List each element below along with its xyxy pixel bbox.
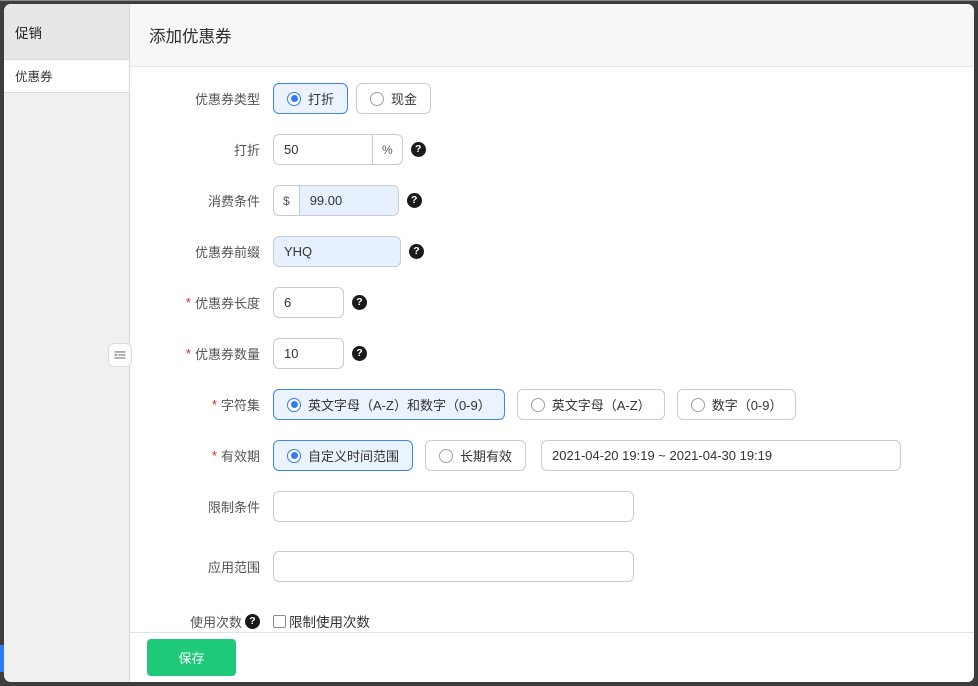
coupon-prefix-label: 优惠券前缀: [130, 242, 260, 261]
radio-type-discount[interactable]: 打折: [273, 83, 348, 114]
required-mark: *: [212, 397, 217, 412]
field-row-validity: * 有效期 自定义时间范围 长期有效: [130, 440, 974, 471]
restriction-label: 限制条件: [130, 497, 260, 516]
sidebar-item-coupon[interactable]: 优惠券: [4, 60, 129, 93]
radio-selected-icon: [287, 92, 301, 106]
discount-input[interactable]: [273, 134, 373, 165]
coupon-quantity-input[interactable]: [273, 338, 344, 369]
required-mark: *: [186, 295, 191, 310]
field-row-coupon-type: 优惠券类型 打折 现金: [130, 83, 974, 114]
coupon-type-label: 优惠券类型: [130, 89, 260, 108]
help-icon[interactable]: ?: [411, 142, 426, 157]
radio-selected-icon: [287, 398, 301, 412]
field-row-restriction: 限制条件: [130, 491, 974, 522]
discount-label: 打折: [130, 140, 260, 159]
help-icon[interactable]: ?: [409, 244, 424, 259]
spend-condition-label: 消费条件: [130, 191, 260, 210]
field-row-charset: * 字符集 英文字母（A-Z）和数字（0-9） 英文字母（A-Z） 数字（0-9…: [130, 389, 974, 420]
radio-validity-permanent[interactable]: 长期有效: [425, 440, 526, 471]
main-panel: 添加优惠券 优惠券类型 打折 现金: [130, 4, 974, 682]
required-mark: *: [186, 346, 191, 361]
coupon-prefix-input[interactable]: [273, 236, 401, 267]
list-indent-icon: [113, 348, 127, 362]
sidebar-header: 促销: [4, 4, 129, 60]
radio-charset-alnum[interactable]: 英文字母（A-Z）和数字（0-9）: [273, 389, 505, 420]
radio-unselected-icon: [531, 398, 545, 412]
radio-unselected-icon: [691, 398, 705, 412]
sidebar: 促销 优惠券: [4, 4, 130, 682]
dollar-prefix: $: [273, 185, 299, 216]
radio-validity-custom-range[interactable]: 自定义时间范围: [273, 440, 413, 471]
scope-label: 应用范围: [130, 557, 260, 576]
window-edge-artifact: [0, 645, 4, 672]
spend-condition-input[interactable]: [299, 185, 399, 216]
help-icon[interactable]: ?: [245, 614, 260, 629]
radio-type-cash[interactable]: 现金: [356, 83, 431, 114]
coupon-length-input[interactable]: [273, 287, 344, 318]
usage-label: 使用次数 ?: [130, 612, 260, 631]
form-footer: 保存: [130, 632, 974, 682]
save-button[interactable]: 保存: [147, 639, 236, 676]
field-row-usage: 使用次数 ? 限制使用次数: [130, 611, 974, 631]
app-window: 促销 优惠券 添加优惠券 优惠券类型: [4, 4, 974, 682]
field-row-spend-condition: 消费条件 $ ?: [130, 185, 974, 216]
page-header: 添加优惠券: [130, 4, 974, 67]
radio-charset-alpha[interactable]: 英文字母（A-Z）: [517, 389, 665, 420]
sidebar-collapse-button[interactable]: [108, 343, 132, 367]
field-row-coupon-length: * 优惠券长度 ?: [130, 287, 974, 318]
help-icon[interactable]: ?: [352, 295, 367, 310]
limit-usage-checkbox-row[interactable]: 限制使用次数: [273, 611, 370, 631]
field-row-scope: 应用范围: [130, 551, 974, 582]
percent-suffix: %: [372, 134, 403, 165]
coupon-length-label: * 优惠券长度: [130, 293, 260, 312]
date-range-input[interactable]: [541, 440, 901, 471]
field-row-coupon-quantity: * 优惠券数量 ?: [130, 338, 974, 369]
radio-unselected-icon: [439, 449, 453, 463]
required-mark: *: [212, 448, 217, 463]
radio-unselected-icon: [370, 92, 384, 106]
radio-selected-icon: [287, 449, 301, 463]
checkbox-unchecked-icon[interactable]: [273, 615, 286, 628]
radio-charset-numeric[interactable]: 数字（0-9）: [677, 389, 797, 420]
charset-label: * 字符集: [130, 395, 260, 414]
field-row-coupon-prefix: 优惠券前缀 ?: [130, 236, 974, 267]
scope-input[interactable]: [273, 551, 634, 582]
field-row-discount: 打折 % ?: [130, 134, 974, 165]
coupon-quantity-label: * 优惠券数量: [130, 344, 260, 363]
coupon-form: 优惠券类型 打折 现金 打折: [130, 67, 974, 632]
validity-label: * 有效期: [130, 446, 260, 465]
help-icon[interactable]: ?: [352, 346, 367, 361]
help-icon[interactable]: ?: [407, 193, 422, 208]
restriction-input[interactable]: [273, 491, 634, 522]
page-title: 添加优惠券: [149, 23, 232, 47]
